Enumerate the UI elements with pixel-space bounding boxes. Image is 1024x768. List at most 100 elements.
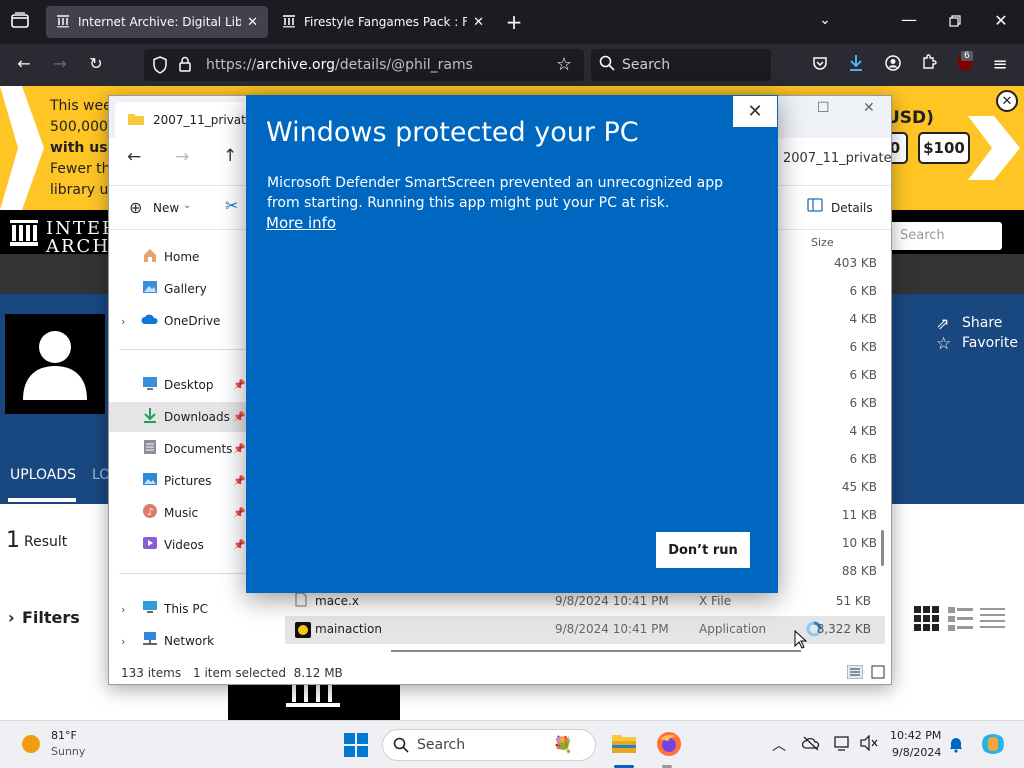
file-size: 4 KB [849,424,877,438]
result-thumbnail[interactable] [228,682,400,720]
shield-icon[interactable] [152,56,168,78]
expand-chevron-icon[interactable]: › [121,603,125,616]
network-status-icon[interactable] [834,735,850,754]
reload-icon[interactable]: ↻ [84,54,108,73]
forward-arrow-icon[interactable]: → [175,147,189,167]
nav-item-documents[interactable]: Documents 📌 [109,434,251,464]
file-size: 10 KB [841,536,877,550]
tab-internet-archive[interactable]: Internet Archive: Digital Library ✕ [46,6,268,38]
pin-icon[interactable]: 📌 [233,380,245,391]
browser-search-box[interactable]: Search [591,49,771,81]
file-size: 6 KB [849,340,877,354]
breadcrumb[interactable]: 2007_11_private [783,151,892,166]
nav-item-music[interactable]: ♪ Music 📌 [109,498,251,528]
show-hidden-icons-chevron-icon[interactable]: ︿ [772,735,786,755]
file-explorer-taskbar-icon[interactable] [611,731,637,758]
details-pane-icon[interactable] [807,198,823,215]
minimize-icon[interactable]: — [898,10,920,29]
extensions-icon[interactable] [918,54,940,74]
nav-item-gallery[interactable]: Gallery [109,274,251,304]
explorer-close-icon[interactable]: ✕ [863,100,875,116]
dont-run-button[interactable]: Don’t run [656,532,750,568]
list-tabs-chevron-icon[interactable]: ⌄ [814,12,836,28]
account-icon[interactable] [882,55,904,75]
back-icon[interactable]: ← [12,54,36,73]
banner-text-line: library us [50,182,116,198]
forward-icon[interactable]: → [48,54,72,73]
back-arrow-icon[interactable]: ← [127,147,141,167]
clock-date[interactable]: 9/8/2024 [892,746,941,759]
filters-chevron-icon[interactable]: › [8,608,15,627]
pin-icon[interactable]: 📌 [233,540,245,551]
archive-search-input[interactable]: Search [888,222,1002,250]
more-info-link[interactable]: More info [266,214,336,232]
downloads-icon [141,407,159,427]
downloads-icon[interactable] [845,54,867,76]
tab-overview-icon[interactable] [8,12,32,32]
nav-item-downloads[interactable]: Downloads 📌 [109,402,251,432]
favorite-link[interactable]: Favorite [962,335,1018,351]
nav-item-videos[interactable]: Videos 📌 [109,530,251,560]
tiles-view-icon[interactable] [871,665,885,682]
lock-icon[interactable] [178,56,192,76]
pin-icon[interactable]: 📌 [233,444,245,455]
close-window-icon[interactable]: ✕ [990,11,1012,30]
cloud-offline-icon[interactable] [801,735,820,754]
share-icon[interactable]: ⇗ [936,314,949,333]
pin-icon[interactable]: 📌 [233,476,245,487]
nav-item-home[interactable]: Home [109,242,251,272]
new-button[interactable]: New [153,201,179,215]
dialog-close-button[interactable]: ✕ [733,96,777,127]
archive-logo-icon[interactable] [10,220,38,249]
list-compact-view-icon[interactable] [980,606,1006,635]
horizontal-scrollbar-thumb[interactable] [391,650,801,652]
chevron-down-icon[interactable]: ⌄ [183,200,191,211]
pin-icon[interactable]: 📌 [233,508,245,519]
url-bar[interactable]: https://archive.org/details/@phil_rams ☆ [144,49,584,81]
expand-chevron-icon[interactable]: › [121,635,125,648]
amount-100-button[interactable]: $100 [918,132,970,164]
explorer-tab[interactable]: 2007_11_private [115,102,253,138]
close-tab-icon[interactable]: ✕ [247,15,258,30]
column-header-size[interactable]: Size [811,236,834,249]
nav-item-pictures[interactable]: Pictures 📌 [109,466,251,496]
nav-item-desktop[interactable]: Desktop 📌 [109,370,251,400]
maximize-icon[interactable]: ☐ [817,100,830,116]
pocket-icon[interactable] [809,55,831,75]
firefox-taskbar-icon[interactable] [656,731,682,760]
menu-icon[interactable]: ≡ [989,54,1011,75]
new-tab-icon[interactable]: + [504,10,524,34]
cut-icon[interactable]: ✂ [225,196,238,215]
clock-time[interactable]: 10:42 PM [890,729,941,742]
pin-icon[interactable]: 📌 [233,412,245,423]
new-plus-icon[interactable]: ⊕ [129,198,142,217]
weather-desc[interactable]: Sunny [51,745,85,758]
windows-start-icon[interactable] [344,733,368,760]
weather-temp[interactable]: 81°F [51,729,77,742]
vertical-scrollbar-thumb[interactable] [881,530,884,566]
bookmark-star-icon[interactable]: ☆ [556,54,572,75]
banner-close-button[interactable]: ✕ [996,90,1018,112]
details-button[interactable]: Details [831,201,873,215]
copilot-icon[interactable] [980,731,1006,760]
up-arrow-icon[interactable]: ↑ [223,146,237,166]
expand-chevron-icon[interactable]: › [121,315,125,328]
notification-bell-icon[interactable] [948,735,964,756]
restore-icon[interactable] [944,12,966,31]
details-view-icon[interactable] [846,664,864,682]
nav-item-onedrive[interactable]: › OneDrive [109,306,251,336]
nav-item-network[interactable]: › Network [109,626,251,656]
grid-view-icon[interactable] [914,606,940,635]
close-tab-icon[interactable]: ✕ [473,15,484,30]
tab-uploads[interactable]: UPLOADS [10,467,76,483]
sunny-weather-icon[interactable] [20,733,42,758]
share-link[interactable]: Share [962,315,1002,331]
volume-muted-icon[interactable] [860,734,878,754]
tab-firestyle[interactable]: Firestyle Fangames Pack : Firest ✕ [272,6,494,38]
result-count: 1 [6,528,20,553]
favorite-star-icon[interactable]: ☆ [936,334,951,354]
filters-toggle[interactable]: Filters [22,608,80,627]
taskbar-search-box[interactable]: Search 💐 [382,729,596,761]
nav-item-this-pc[interactable]: › This PC [109,594,251,624]
list-detail-view-icon[interactable] [948,606,974,635]
